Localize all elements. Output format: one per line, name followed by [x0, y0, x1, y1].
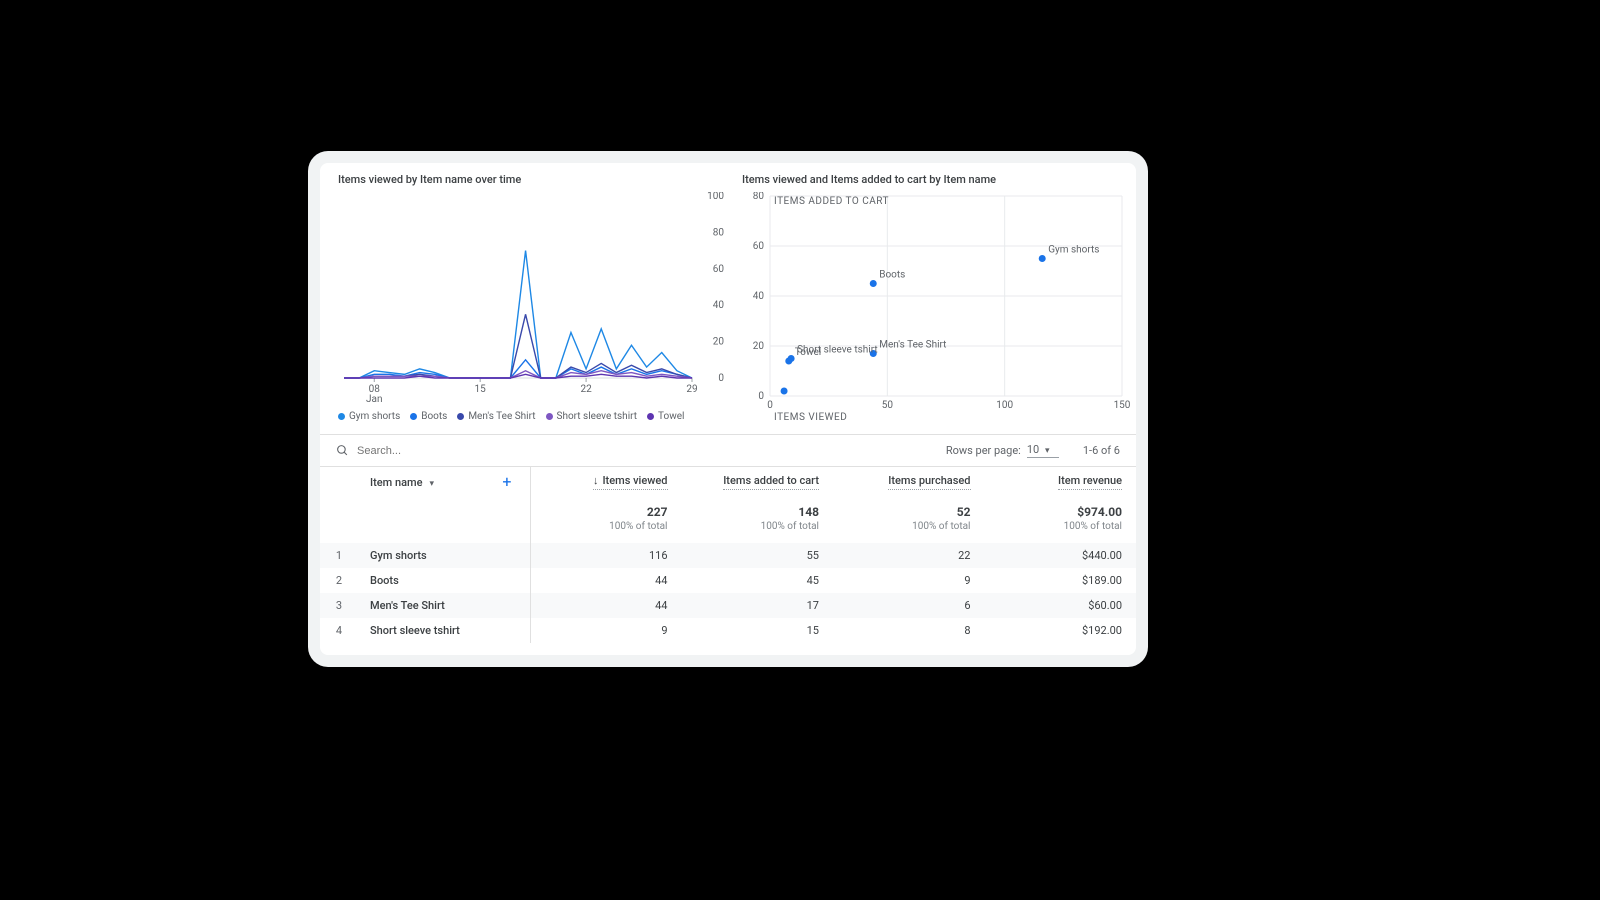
legend-dot-icon — [410, 413, 417, 420]
chevron-down-icon — [427, 476, 435, 489]
svg-text:Men's Tee Shirt: Men's Tee Shirt — [879, 340, 946, 351]
total-item-revenue: $974.00 — [999, 505, 1123, 519]
pagination-range: 1-6 of 6 — [1083, 444, 1120, 457]
metric-cell: 15 — [682, 618, 834, 643]
scatter-chart-title: Items viewed and Items added to cart by … — [742, 173, 1130, 186]
metric-cell: 9 — [530, 618, 682, 643]
svg-text:80: 80 — [753, 192, 765, 202]
total-items-added: 148 — [696, 505, 820, 519]
table-row[interactable]: 3 Men's Tee Shirt 44176$60.00 — [320, 593, 1136, 618]
svg-text:0: 0 — [718, 373, 724, 384]
data-table: Item name + ↓ Items viewed — [320, 467, 1136, 643]
legend-dot-icon — [546, 413, 553, 420]
item-name[interactable]: Short sleeve tshirt — [370, 624, 460, 637]
metric-cell: $60.00 — [985, 593, 1137, 618]
row-index: 1 — [320, 543, 356, 568]
rows-per-page-select[interactable]: 10 — [1027, 443, 1059, 458]
chevron-down-icon — [1042, 443, 1050, 456]
table-row[interactable]: 2 Boots 44459$189.00 — [320, 568, 1136, 593]
svg-text:80: 80 — [713, 227, 725, 238]
row-index: 3 — [320, 593, 356, 618]
legend-item[interactable]: Towel — [647, 411, 684, 422]
svg-text:Gym shorts: Gym shorts — [1048, 245, 1099, 256]
svg-text:40: 40 — [753, 291, 765, 302]
svg-text:40: 40 — [713, 300, 725, 311]
search-icon[interactable] — [336, 444, 349, 457]
col-items-viewed[interactable]: ↓ Items viewed — [593, 474, 668, 490]
metric-cell: 8 — [833, 618, 985, 643]
svg-text:ITEMS VIEWED: ITEMS VIEWED — [774, 412, 847, 423]
col-items-added[interactable]: Items added to cart — [723, 474, 819, 490]
row-index: 4 — [320, 618, 356, 643]
svg-text:0: 0 — [767, 400, 773, 411]
svg-text:60: 60 — [753, 241, 765, 252]
scatter-chart-card: Items viewed and Items added to cart by … — [736, 163, 1136, 434]
metric-cell: $189.00 — [985, 568, 1137, 593]
svg-text:ITEMS ADDED TO CART: ITEMS ADDED TO CART — [774, 196, 889, 207]
metric-cell: $440.00 — [985, 543, 1137, 568]
legend-dot-icon — [338, 413, 345, 420]
metric-cell: 55 — [682, 543, 834, 568]
item-name[interactable]: Gym shorts — [370, 549, 427, 562]
sort-desc-icon: ↓ — [593, 474, 599, 487]
col-items-purchased[interactable]: Items purchased — [888, 474, 970, 490]
metric-cell: 9 — [833, 568, 985, 593]
svg-text:150: 150 — [1114, 400, 1130, 411]
svg-text:15: 15 — [475, 384, 487, 395]
metric-cell: 22 — [833, 543, 985, 568]
metric-cell: 45 — [682, 568, 834, 593]
legend-dot-icon — [647, 413, 654, 420]
table-controls: Rows per page: 10 1-6 of 6 — [320, 435, 1136, 467]
search-input[interactable] — [355, 444, 535, 458]
add-dimension-button[interactable]: + — [498, 474, 515, 490]
svg-text:50: 50 — [882, 400, 894, 411]
svg-text:20: 20 — [713, 337, 725, 348]
metric-cell: 44 — [530, 568, 682, 593]
metric-cell: 17 — [682, 593, 834, 618]
legend-item[interactable]: Men's Tee Shirt — [457, 411, 535, 422]
rows-per-page-label: Rows per page: — [946, 444, 1021, 457]
svg-text:Towel: Towel — [795, 347, 821, 358]
svg-text:29: 29 — [686, 384, 697, 395]
svg-text:Boots: Boots — [879, 270, 905, 281]
table-row[interactable]: 1 Gym shorts 1165522$440.00 — [320, 543, 1136, 568]
metric-cell: 44 — [530, 593, 682, 618]
table-row[interactable]: 4 Short sleeve tshirt 9158$192.00 — [320, 618, 1136, 643]
svg-text:Jan: Jan — [366, 394, 382, 402]
svg-text:0: 0 — [758, 391, 764, 402]
svg-text:60: 60 — [713, 264, 725, 275]
metric-cell: 116 — [530, 543, 682, 568]
svg-text:100: 100 — [707, 192, 724, 202]
scatter-chart[interactable]: 0 20 40 60 80 0 50 100 150 ITEMS ADDED TO CART ITE… — [742, 192, 1130, 424]
legend-dot-icon — [457, 413, 464, 420]
line-chart-title: Items viewed by Item name over time — [338, 173, 726, 186]
line-chart-legend: Gym shorts Boots Men's Tee Shirt Short slee… — [338, 411, 726, 422]
svg-text:20: 20 — [753, 341, 765, 352]
metric-cell: 6 — [833, 593, 985, 618]
total-items-viewed: 227 — [545, 505, 668, 519]
svg-text:22: 22 — [580, 384, 592, 395]
item-name[interactable]: Men's Tee Shirt — [370, 599, 445, 612]
analytics-report: Items viewed by Item name over time 0204… — [320, 163, 1136, 655]
legend-item[interactable]: Boots — [410, 411, 447, 422]
legend-item[interactable]: Gym shorts — [338, 411, 400, 422]
col-item-revenue[interactable]: Item revenue — [1058, 474, 1122, 490]
total-items-purchased: 52 — [847, 505, 971, 519]
line-chart[interactable]: 02040608010008152229Jan — [338, 192, 726, 402]
svg-text:100: 100 — [996, 400, 1013, 411]
metric-cell: $192.00 — [985, 618, 1137, 643]
dimension-picker[interactable]: Item name — [370, 476, 434, 489]
line-chart-card: Items viewed by Item name over time 0 20 4… — [332, 163, 732, 434]
item-name[interactable]: Boots — [370, 574, 399, 587]
row-index: 2 — [320, 568, 356, 593]
legend-item[interactable]: Short sleeve tshirt — [546, 411, 638, 422]
